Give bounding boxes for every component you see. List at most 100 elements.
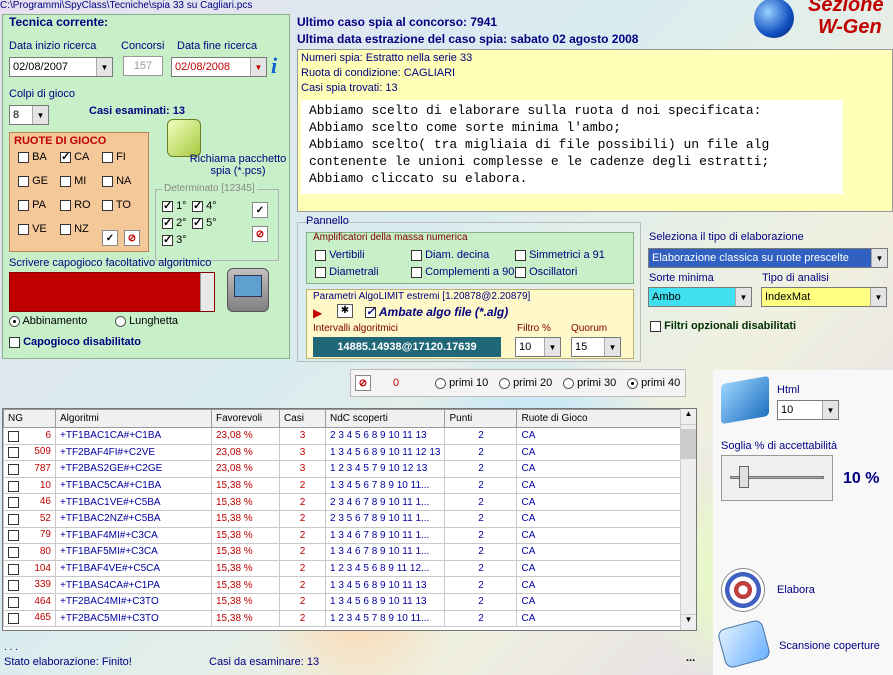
filtro-combo[interactable]: 10 ▼	[515, 337, 561, 357]
description-memo[interactable]: Abbiamo scelto di elaborare sulla ruota …	[301, 100, 843, 194]
primi-40-radio[interactable]: primi 40	[627, 377, 680, 389]
det-clear-button[interactable]: ⊘	[252, 226, 268, 242]
ruota-pa[interactable]: PA	[18, 199, 46, 211]
row-checkbox[interactable]	[8, 563, 19, 575]
tipo-combo[interactable]: Elaborazione classica su ruote prescelte…	[648, 248, 888, 268]
sorte-combo[interactable]: Ambo ▼	[648, 287, 752, 307]
row-checkbox[interactable]	[8, 430, 19, 442]
scansione-button[interactable]: Scansione coperture	[779, 640, 880, 652]
table-scrollbar[interactable]: ▲ ▼	[680, 409, 696, 630]
clear-all-button[interactable]: ⊘	[124, 230, 140, 246]
col-header[interactable]: Algoritmi	[55, 409, 212, 428]
table-cell: 2	[279, 592, 326, 611]
row-checkbox[interactable]	[8, 580, 19, 592]
ruota-to[interactable]: TO	[102, 199, 131, 211]
ruota-na[interactable]: NA	[102, 175, 131, 187]
intervalli-field[interactable]: 14885.14938@17120.17639	[313, 337, 501, 357]
scrollbar[interactable]	[200, 273, 214, 311]
stop-button[interactable]: ⊘	[355, 375, 371, 391]
scan-icon[interactable]	[716, 618, 772, 670]
gear-icon[interactable]: ✱	[337, 304, 353, 318]
col-header[interactable]: NG	[3, 409, 56, 428]
ruota-mi[interactable]: MI	[60, 175, 86, 187]
det-2[interactable]: 2°	[162, 216, 187, 229]
palm-icon[interactable]	[227, 268, 269, 312]
data-fine-combo[interactable]: 02/08/2008 ▼	[171, 57, 267, 77]
abbinamento-radio[interactable]: Abbinamento	[9, 315, 87, 327]
col-header[interactable]: Ruote di Gioco	[516, 409, 681, 428]
det-select-button[interactable]: ✓	[252, 202, 268, 218]
ruota-ba[interactable]: BA	[18, 151, 47, 163]
row-checkbox[interactable]	[8, 596, 19, 608]
table-row[interactable]: 10 +TF1BAC5CA#+C1BA 15,38 % 2 1 3 4 5 6 7 8 …	[3, 476, 681, 495]
table-cell: +TF2BAC5MI#+C3TO	[55, 609, 212, 628]
target-icon[interactable]	[721, 568, 765, 612]
html-combo[interactable]: 10 ▼	[777, 400, 839, 420]
soglia-slider[interactable]	[721, 455, 833, 501]
concorsi-field[interactable]: 157	[123, 56, 163, 76]
info-icon[interactable]: i	[271, 53, 277, 79]
det-5[interactable]: 5°	[192, 216, 217, 229]
row-checkbox[interactable]	[8, 463, 19, 475]
table-row[interactable]: 509 +TF2BAF4FI#+C2VE 23,08 % 3 1 3 4 5 6 8 9…	[3, 443, 681, 462]
table-row[interactable]: 6 +TF1BAC1CA#+C1BA 23,08 % 3 2 3 4 5 6 8 9 1…	[3, 427, 681, 445]
analisi-combo[interactable]: IndexMat ▼	[761, 287, 887, 307]
amp-oscillatori[interactable]: Oscillatori	[515, 266, 577, 278]
table-row[interactable]: 52 +TF1BAC2NZ#+C5BA 15,38 % 2 2 3 5 6 7 8 9 …	[3, 509, 681, 528]
col-header[interactable]: Punti	[444, 409, 518, 428]
quorum-combo[interactable]: 15 ▼	[571, 337, 621, 357]
primi-30-radio[interactable]: primi 30	[563, 377, 616, 389]
ruota-ro[interactable]: RO	[60, 199, 91, 211]
ruota-ca[interactable]: CA	[60, 150, 89, 163]
amp-complementi[interactable]: Complementi a 90	[411, 266, 514, 278]
row-checkbox[interactable]	[8, 497, 19, 509]
col-header[interactable]: NdC scoperti	[324, 409, 446, 428]
table-row[interactable]: 464 +TF2BAC4MI#+C3TO 15,38 % 2 1 3 4 5 6 8 9…	[3, 592, 681, 611]
table-row[interactable]: 104 +TF1BAF4VE#+C5CA 15,38 % 2 1 2 3 4 5 6 8…	[3, 559, 681, 578]
row-checkbox[interactable]	[8, 546, 19, 558]
det-4[interactable]: 4°	[192, 199, 217, 212]
ambate-checkbox[interactable]: Ambate algo file (*.alg)	[365, 305, 508, 319]
amp-diam-decina[interactable]: Diam. decina	[411, 249, 489, 261]
capogioco-input[interactable]	[9, 272, 215, 312]
table-row[interactable]: 339 +TF1BAS4CA#+C1PA 15,38 % 2 1 3 4 5 6 8 9…	[3, 576, 681, 594]
det-1[interactable]: 1°	[162, 199, 187, 212]
row-checkbox[interactable]	[8, 480, 19, 492]
table-row[interactable]: 465 +TF2BAC5MI#+C3TO 15,38 % 2 1 2 3 4 5 7 8…	[3, 609, 681, 628]
row-checkbox[interactable]	[8, 530, 19, 542]
table-row[interactable]: 80 +TF1BAF5MI#+C3CA 15,38 % 2 1 3 4 6 7 8 9 …	[3, 543, 681, 561]
row-checkbox[interactable]	[8, 447, 19, 459]
soglia-value: 10 %	[843, 470, 880, 487]
table-row[interactable]: 46 +TF1BAC1VE#+C5BA 15,38 % 2 2 3 4 6 7 8 9 …	[3, 493, 681, 511]
data-inizio-combo[interactable]: 02/08/2007 ▼	[9, 57, 113, 77]
package-icon[interactable]	[167, 119, 201, 157]
scrollbar[interactable]	[878, 52, 890, 208]
table-row[interactable]: 79 +TF1BAF4MI#+C3CA 15,38 % 2 1 3 4 6 7 8 9 …	[3, 526, 681, 545]
ruota-ge[interactable]: GE	[18, 175, 48, 187]
amp-vertibili[interactable]: Vertibili	[315, 249, 365, 261]
primi-20-radio[interactable]: primi 20	[499, 377, 552, 389]
col-header[interactable]: Favorevoli	[211, 409, 280, 428]
amp-simmetrici[interactable]: Simmetrici a 91	[515, 249, 605, 261]
lunghetta-radio[interactable]: Lunghetta	[115, 315, 178, 327]
ruota-nz[interactable]: NZ	[60, 223, 89, 235]
row-checkbox[interactable]	[8, 513, 19, 525]
select-all-button[interactable]: ✓	[102, 230, 118, 246]
ruota-ve[interactable]: VE	[18, 223, 47, 235]
primi-10-radio[interactable]: primi 10	[435, 377, 488, 389]
slider-thumb[interactable]	[739, 466, 750, 488]
col-header[interactable]: Casi	[279, 409, 326, 428]
table-row[interactable]: 787 +TF2BAS2GE#+C2GE 23,08 % 3 1 2 3 4 5 7 9…	[3, 460, 681, 478]
row-checkbox[interactable]	[8, 613, 19, 625]
ruota-fi[interactable]: FI	[102, 151, 126, 163]
capogioco-disabilitato[interactable]: Capogioco disabilitato	[9, 336, 141, 348]
amp-diametrali[interactable]: Diametrali	[315, 266, 379, 278]
play-icon[interactable]: ▶	[313, 306, 322, 320]
filtri-checkbox[interactable]: Filtri opzionali disabilitati	[650, 320, 796, 332]
colpi-combo[interactable]: 8 ▼	[9, 105, 49, 125]
elabora-button[interactable]: Elabora	[777, 584, 815, 596]
richiama-label[interactable]: Richiama pacchetto spia (*.pcs)	[183, 153, 293, 177]
table-cell: 3	[279, 443, 326, 462]
memo-line: Abbiamo scelto( tra migliaia di file pos…	[309, 137, 770, 152]
det-3[interactable]: 3°	[162, 233, 187, 246]
